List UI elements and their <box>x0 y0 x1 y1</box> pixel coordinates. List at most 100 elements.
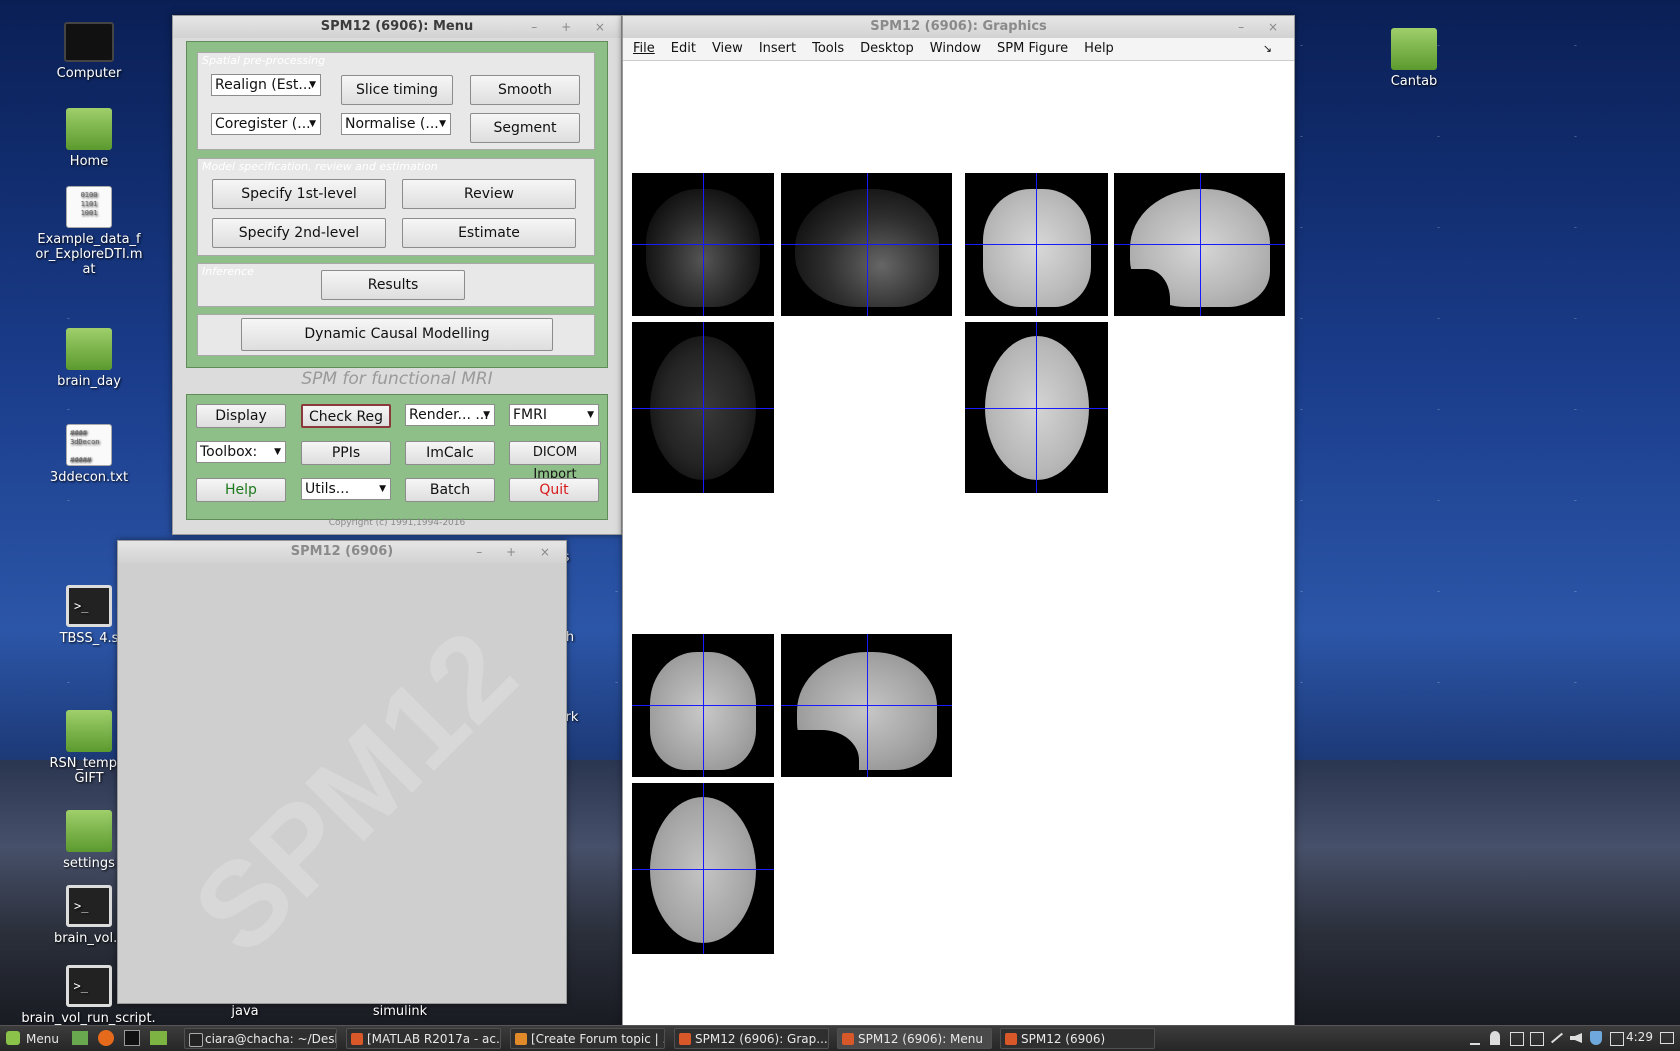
segment-button[interactable]: Segment <box>470 113 580 143</box>
specify-1st-level-button[interactable]: Specify 1st-level <box>212 179 386 209</box>
desktop-icon-simulink[interactable]: simulink <box>345 1004 455 1019</box>
help-button[interactable]: Help <box>196 478 286 502</box>
network-icon[interactable] <box>1610 1032 1624 1046</box>
matlab-icon <box>351 1033 363 1045</box>
clipboard-icon[interactable] <box>1530 1032 1544 1046</box>
results-button[interactable]: Results <box>321 270 465 300</box>
menu-spm-figure[interactable]: SPM Figure <box>997 41 1068 56</box>
menu-view[interactable]: View <box>712 41 743 56</box>
user-icon[interactable] <box>1490 1031 1500 1045</box>
menu-help[interactable]: Help <box>1084 41 1114 56</box>
dcm-panel: Dynamic Causal Modelling <box>197 314 595 356</box>
desktop-icon-label: Home <box>69 154 109 169</box>
realign-dropdown[interactable]: Realign (Est... ▼ <box>211 74 321 96</box>
spatial-preprocessing-panel: Spatial pre-processing Realign (Est... ▼ … <box>197 52 595 150</box>
dynamic-causal-modelling-button[interactable]: Dynamic Causal Modelling <box>241 318 553 351</box>
task-spm-menu[interactable]: SPM12 (6906): Menu <box>837 1028 992 1049</box>
quit-button[interactable]: Quit <box>509 478 599 502</box>
matlab-icon <box>842 1033 854 1045</box>
tray-arrows-icon[interactable] <box>1470 1033 1480 1045</box>
firefox-icon[interactable] <box>98 1030 114 1046</box>
dicom-import-button[interactable]: DICOM Import <box>509 441 601 482</box>
menu-insert[interactable]: Insert <box>759 41 796 56</box>
dock-icon[interactable]: ↘ <box>1263 38 1272 60</box>
desktop-icon-java[interactable]: java <box>190 1004 300 1019</box>
window-titlebar[interactable]: SPM12 (6906): Menu – + × <box>173 16 621 38</box>
chevron-down-icon: ▼ <box>483 410 490 420</box>
window-controls[interactable]: – × <box>1238 16 1288 38</box>
image2-coronal[interactable] <box>965 173 1108 316</box>
spm-graphics-window[interactable]: SPM12 (6906): Graphics – × File Edit View I… <box>622 15 1295 1027</box>
copyright-text: Copyright (c) 1991,1994-2016 <box>328 518 466 528</box>
pen-icon[interactable] <box>1550 1032 1564 1044</box>
image2-sagittal[interactable] <box>1114 173 1285 316</box>
panel-title: Inference <box>202 265 254 278</box>
task-forum[interactable]: [Create Forum topic | ... <box>510 1028 665 1049</box>
image1-axial[interactable] <box>632 322 774 493</box>
clock[interactable]: 4:29 <box>1626 1030 1653 1044</box>
task-terminal[interactable]: ciara@chacha: ~/Desk... <box>184 1028 337 1049</box>
shield-icon[interactable] <box>1590 1031 1602 1045</box>
desktop-icon-brain-day[interactable]: brain_day <box>34 328 144 389</box>
terminal-launcher-icon[interactable] <box>124 1030 140 1046</box>
image3-coronal[interactable] <box>632 634 774 777</box>
window-title: SPM12 (6906): Menu <box>320 19 474 34</box>
render-dropdown[interactable]: Render... ... ▼ <box>405 404 495 426</box>
image1-sagittal[interactable] <box>781 173 952 316</box>
folder-icon <box>1391 28 1437 70</box>
display-button[interactable]: Display <box>196 404 286 428</box>
image2-axial[interactable] <box>965 322 1108 493</box>
desktop-icon-cantab[interactable]: Cantab <box>1359 28 1469 89</box>
inference-panel: Inference Results <box>197 263 595 307</box>
screenshot-icon[interactable] <box>1510 1032 1524 1046</box>
menu-file[interactable]: File <box>633 41 655 56</box>
image3-sagittal[interactable] <box>781 634 952 777</box>
volume-icon[interactable] <box>1570 1033 1582 1043</box>
desktop-icon-home[interactable]: Home <box>34 108 144 169</box>
menu-desktop[interactable]: Desktop <box>860 41 914 56</box>
graphics-menubar: File Edit View Insert Tools Desktop Window SPM … <box>623 38 1294 61</box>
browser-icon <box>515 1033 527 1045</box>
files-launcher-icon[interactable] <box>150 1031 167 1045</box>
terminal-icon <box>189 1033 203 1047</box>
show-desktop-icon[interactable] <box>72 1031 88 1045</box>
spm-menu-window[interactable]: SPM12 (6906): Menu – + × Spatial pre-pro… <box>172 15 622 535</box>
desktop-icon-example-data[interactable]: 0100 1101 1001 Example_data_for_ExploreD… <box>34 186 144 277</box>
spm-interactive-window[interactable]: SPM12 (6906) – + × SPM12 <box>117 540 567 1004</box>
normalise-dropdown[interactable]: Normalise (... ▼ <box>341 113 451 135</box>
menu-edit[interactable]: Edit <box>671 41 696 56</box>
slice-timing-button[interactable]: Slice timing <box>341 75 453 105</box>
start-menu-button[interactable]: Menu <box>4 1029 59 1049</box>
utils-dropdown[interactable]: Utils... ▼ <box>301 478 391 500</box>
desktop-icon-computer[interactable]: Computer <box>34 22 144 81</box>
task-spm-graphics[interactable]: SPM12 (6906): Grap... <box>674 1028 829 1049</box>
task-spm-interactive[interactable]: SPM12 (6906) <box>1000 1028 1155 1049</box>
chevron-down-icon: ▼ <box>274 447 281 457</box>
image3-axial[interactable] <box>632 783 774 954</box>
toolbox-dropdown[interactable]: Toolbox: ▼ <box>196 441 286 463</box>
specify-2nd-level-button[interactable]: Specify 2nd-level <box>212 218 386 248</box>
window-titlebar[interactable]: SPM12 (6906) – + × <box>118 541 566 563</box>
image1-coronal[interactable] <box>632 173 774 316</box>
menu-window[interactable]: Window <box>930 41 981 56</box>
mint-logo-icon <box>6 1031 20 1045</box>
imcalc-button[interactable]: ImCalc <box>405 441 495 465</box>
coregister-dropdown[interactable]: Coregister (... ▼ <box>211 113 321 135</box>
desktop-icon-3ddecon[interactable]: #### 3dDecon ##### 3ddecon.txt <box>34 424 144 485</box>
window-titlebar[interactable]: SPM12 (6906): Graphics – × <box>623 16 1294 38</box>
window-title: SPM12 (6906) <box>290 544 394 559</box>
taskbar: Menu ciara@chacha: ~/Desk... [MATLAB R20… <box>0 1025 1680 1051</box>
smooth-button[interactable]: Smooth <box>470 75 580 105</box>
menu-tools[interactable]: Tools <box>812 41 844 56</box>
window-controls[interactable]: – + × <box>476 541 560 563</box>
workspace-icon[interactable] <box>1660 1032 1674 1044</box>
task-matlab[interactable]: [MATLAB R2017a - ac... <box>346 1028 501 1049</box>
review-button[interactable]: Review <box>402 179 576 209</box>
modality-dropdown[interactable]: FMRI ▼ <box>509 404 599 426</box>
check-reg-button[interactable]: Check Reg <box>301 404 391 428</box>
window-controls[interactable]: – + × <box>531 16 615 38</box>
estimate-button[interactable]: Estimate <box>402 218 576 248</box>
ppis-button[interactable]: PPIs <box>301 441 391 465</box>
batch-button[interactable]: Batch <box>405 478 495 502</box>
terminal-script-icon: >_ <box>66 885 112 927</box>
